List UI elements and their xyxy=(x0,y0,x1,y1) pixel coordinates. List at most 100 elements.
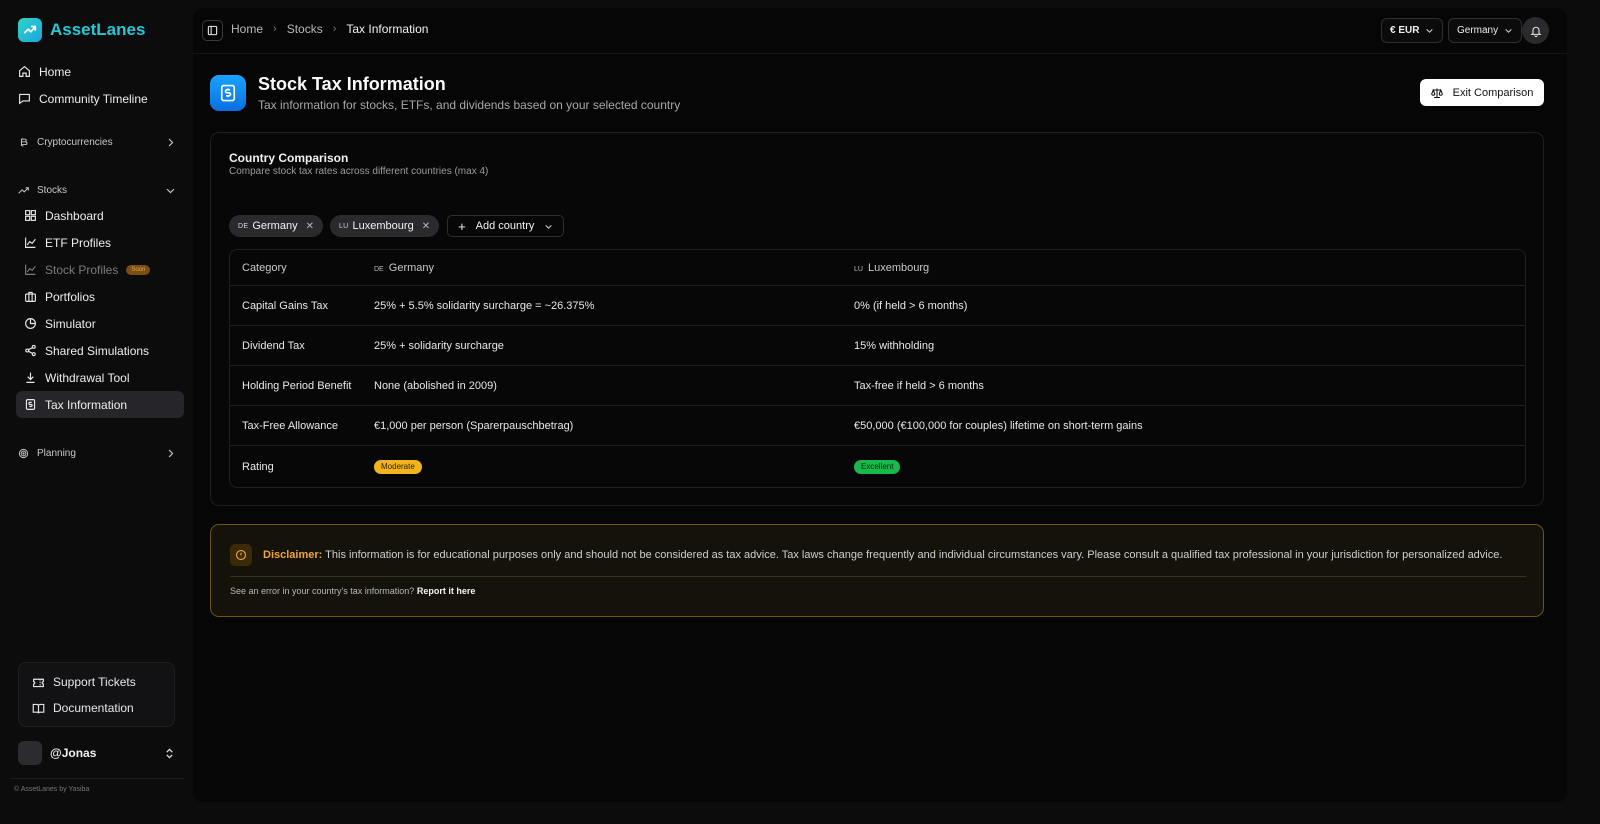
card-title: Country Comparison xyxy=(229,151,349,165)
sidebar-item-dashboard[interactable]: Dashboard xyxy=(16,202,184,229)
row-category: Capital Gains Tax xyxy=(230,286,374,326)
sidebar-item-portfolios[interactable]: Portfolios xyxy=(16,283,184,310)
breadcrumb-current: Tax Information xyxy=(346,22,429,36)
sidebar-item-label: Dashboard xyxy=(45,208,104,223)
disclaimer-text: Disclaimer: This information is for educ… xyxy=(263,549,1502,561)
line-chart-icon xyxy=(25,237,36,248)
avatar xyxy=(18,741,42,765)
chevrons-up-down-icon xyxy=(166,747,173,759)
disclaimer-panel: Disclaimer: This information is for educ… xyxy=(210,524,1544,617)
cell-germany: 25% + 5.5% solidarity surcharge = ~26.37… xyxy=(374,286,854,326)
table-row: Dividend Tax 25% + solidarity surcharge … xyxy=(230,326,1525,366)
sidebar-item-community-timeline[interactable]: Community Timeline xyxy=(10,85,184,112)
section-label: Cryptocurrencies xyxy=(37,136,113,148)
bitcoin-icon xyxy=(20,137,28,147)
sidebar-item-shared-simulations[interactable]: Shared Simulations xyxy=(16,337,184,364)
sidebar-item-home[interactable]: Home xyxy=(10,58,184,85)
sidebar-section-planning[interactable]: Planning xyxy=(10,441,184,465)
brand-name: AssetLanes xyxy=(50,20,146,39)
country-comparison-card: Country Comparison Compare stock tax rat… xyxy=(210,132,1544,506)
report-error-link[interactable]: Report it here xyxy=(417,586,476,596)
row-category: Dividend Tax xyxy=(230,326,374,366)
column-header-category: Category xyxy=(230,250,374,286)
sidebar-item-withdrawal-tool[interactable]: Withdrawal Tool xyxy=(16,364,184,391)
add-country-label: Add country xyxy=(475,220,535,232)
sidebar-item-stock-profiles[interactable]: Stock Profiles Soon xyxy=(16,256,184,283)
country-chip-germany[interactable]: DE Germany ✕ xyxy=(229,215,323,237)
documentation-link[interactable]: Documentation xyxy=(19,695,174,721)
sidebar-item-label: ETF Profiles xyxy=(45,235,112,250)
page-title: Stock Tax Information xyxy=(258,74,446,94)
chevron-down-icon xyxy=(1505,29,1512,33)
country-code: DE xyxy=(238,222,249,230)
sidebar-section-cryptocurrencies[interactable]: Cryptocurrencies xyxy=(10,130,184,154)
plus-icon: + xyxy=(458,218,466,234)
cell-germany: €1,000 per person (Sparerpauschbetrag) xyxy=(374,406,854,446)
row-category: Tax-Free Allowance xyxy=(230,406,374,446)
home-icon xyxy=(19,65,30,77)
cell-germany: Moderate xyxy=(374,446,854,487)
pie-chart-icon xyxy=(25,318,36,329)
sidebar-item-etf-profiles[interactable]: ETF Profiles xyxy=(16,229,184,256)
currency-select[interactable]: € EUR xyxy=(1381,18,1444,43)
cell-luxembourg: Excellent xyxy=(854,446,1525,487)
support-tickets-label: Support Tickets xyxy=(53,675,136,689)
section-label: Planning xyxy=(37,447,76,459)
grid-icon xyxy=(25,210,36,221)
country-chip-luxembourg[interactable]: LU Luxembourg ✕ xyxy=(329,215,440,237)
cell-germany: None (abolished in 2009) xyxy=(374,366,854,406)
table-row: Holding Period Benefit None (abolished i… xyxy=(230,366,1525,406)
sidebar-section-stocks[interactable]: Stocks xyxy=(10,178,184,202)
comparison-table: Category DE Germany LU Luxembourg Capita… xyxy=(229,249,1526,488)
user-name: @Jonas xyxy=(50,746,97,760)
briefcase-icon xyxy=(25,291,36,302)
table-row: Rating Moderate Excellent xyxy=(230,446,1525,487)
chevron-right-icon xyxy=(168,138,174,146)
disclaimer-label: Disclaimer: xyxy=(263,549,323,561)
sidebar-item-simulator[interactable]: Simulator xyxy=(16,310,184,337)
rating-badge-excellent: Excellent xyxy=(854,459,901,474)
remove-icon[interactable]: ✕ xyxy=(306,221,314,232)
support-panel: Support Tickets Documentation xyxy=(18,662,175,727)
alert-circle-icon xyxy=(230,544,252,566)
support-tickets-link[interactable]: Support Tickets xyxy=(19,669,174,695)
cell-luxembourg: 0% (if held > 6 months) xyxy=(854,286,1525,326)
exit-comparison-button[interactable]: Exit Comparison xyxy=(1420,79,1544,106)
share-icon xyxy=(25,344,36,357)
trending-up-icon xyxy=(18,186,29,194)
sidebar-item-tax-information[interactable]: Tax Information xyxy=(16,391,184,418)
chevron-down-icon xyxy=(1426,29,1434,33)
country-select[interactable]: Germany xyxy=(1448,18,1523,43)
breadcrumb-separator-icon: › xyxy=(273,23,277,35)
remove-icon[interactable]: ✕ xyxy=(422,221,430,232)
download-icon xyxy=(26,372,35,383)
notifications-button[interactable] xyxy=(1522,17,1549,44)
sidebar-item-label: Portfolios xyxy=(45,289,96,304)
documentation-label: Documentation xyxy=(53,701,134,715)
bell-icon xyxy=(1530,26,1541,37)
cell-luxembourg: Tax-free if held > 6 months xyxy=(854,366,1525,406)
add-country-button[interactable]: + Add country xyxy=(447,215,565,237)
sidebar-item-label: Home xyxy=(39,64,72,79)
user-menu[interactable]: @Jonas xyxy=(18,740,175,766)
sidebar-item-label: Stock Profiles xyxy=(45,262,119,277)
card-subtitle: Compare stock tax rates across different… xyxy=(229,166,489,177)
row-category: Rating xyxy=(242,460,274,473)
breadcrumb-stocks[interactable]: Stocks xyxy=(287,22,323,36)
sidebar-toggle-button[interactable] xyxy=(202,20,223,41)
sidebar-item-label: Community Timeline xyxy=(39,91,148,106)
sidebar-item-label: Simulator xyxy=(45,316,96,331)
report-error-note: See an error in your country's tax infor… xyxy=(230,586,475,596)
chevron-down-icon xyxy=(166,188,175,193)
brand[interactable]: AssetLanes xyxy=(18,18,145,42)
column-header-germany: DE Germany xyxy=(374,250,854,286)
breadcrumb-home[interactable]: Home xyxy=(231,22,263,36)
chevron-right-icon xyxy=(168,449,174,457)
chevron-down-icon xyxy=(545,224,553,229)
column-header-luxembourg: LU Luxembourg xyxy=(854,250,1525,286)
table-row: Tax-Free Allowance €1,000 per person (Sp… xyxy=(230,406,1525,446)
line-chart-icon xyxy=(25,264,36,275)
table-row: Capital Gains Tax 25% + 5.5% solidarity … xyxy=(230,286,1525,326)
exit-comparison-label: Exit Comparison xyxy=(1452,86,1534,99)
divider xyxy=(10,778,184,779)
